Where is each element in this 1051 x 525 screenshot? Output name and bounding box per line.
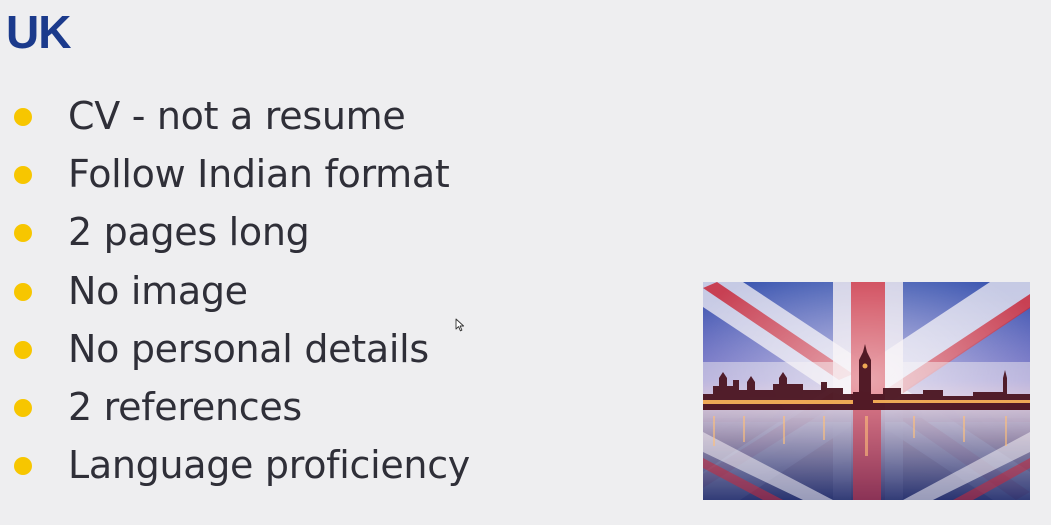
slide-title: UK bbox=[6, 6, 71, 58]
bullet-dot-icon bbox=[14, 399, 32, 418]
bullet-dot-icon bbox=[14, 457, 32, 476]
slide: UK CV - not a resume Follow Indian forma… bbox=[0, 0, 1051, 525]
bullet-dot-icon bbox=[14, 224, 32, 243]
bullet-text: CV - not a resume bbox=[68, 94, 406, 139]
flag-photo-graphic bbox=[703, 282, 1030, 500]
bullet-text: Follow Indian format bbox=[68, 152, 450, 197]
mouse-pointer-icon bbox=[455, 318, 465, 332]
bullet-dot-icon bbox=[14, 340, 32, 359]
bullet-text: 2 references bbox=[68, 385, 302, 430]
bullet-dot-icon bbox=[14, 108, 32, 127]
bullet-text: Language proficiency bbox=[68, 443, 470, 488]
bullet-dot-icon bbox=[14, 166, 32, 185]
bullet-text: 2 pages long bbox=[68, 210, 310, 255]
union-jack-westminster-image bbox=[703, 282, 1030, 500]
bullet-dot-icon bbox=[14, 282, 32, 301]
bullet-text: No personal details bbox=[68, 326, 429, 371]
bullet-text: No image bbox=[68, 268, 248, 313]
